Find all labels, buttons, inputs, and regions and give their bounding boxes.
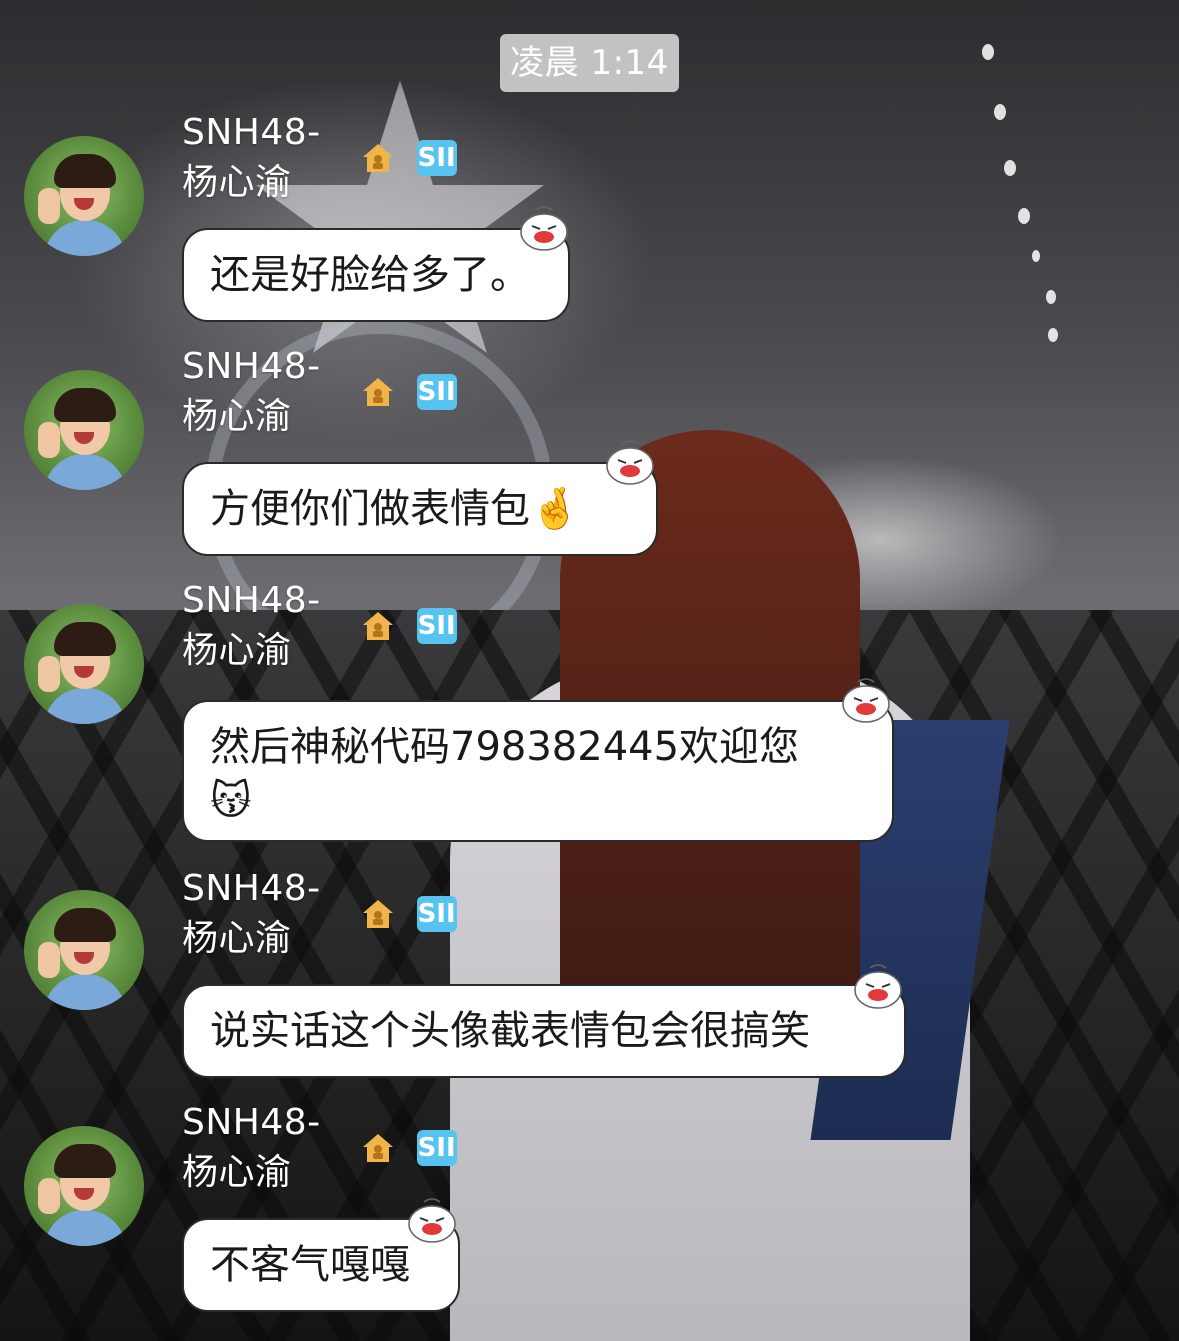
house-icon	[361, 375, 395, 409]
sender-avatar[interactable]	[24, 370, 144, 490]
sender-avatar[interactable]	[24, 890, 144, 1010]
laughing-bun-sticker-icon	[406, 1196, 458, 1244]
laughing-bun-sticker-icon	[518, 204, 570, 252]
sender-avatar[interactable]	[24, 1126, 144, 1246]
sender-name[interactable]: SNH48-杨心渝	[182, 346, 343, 439]
sender-name[interactable]: SNH48-杨心渝	[182, 112, 343, 205]
laughing-bun-sticker-icon	[840, 676, 892, 724]
sender-name[interactable]: SNH48-杨心渝	[182, 1102, 343, 1195]
team-badge: SII	[416, 374, 457, 410]
house-icon	[361, 1131, 395, 1165]
message-bubble[interactable]: 方便你们做表情包🤞	[182, 462, 658, 556]
team-badge: SII	[416, 140, 457, 176]
message-timestamp: 凌晨 1:14	[500, 34, 679, 92]
sender-name-row: SNH48-杨心渝 SII	[182, 346, 457, 437]
message-bubble[interactable]: 还是好脸给多了。	[182, 228, 570, 322]
sender-name[interactable]: SNH48-杨心渝	[182, 580, 343, 673]
sender-name-row: SNH48-杨心渝 SII	[182, 1102, 457, 1193]
message-bubble[interactable]: 然后神秘代码798382445欢迎您 😽	[182, 700, 894, 842]
laughing-bun-sticker-icon	[852, 962, 904, 1010]
sender-avatar[interactable]	[24, 136, 144, 256]
sender-name[interactable]: SNH48-杨心渝	[182, 868, 343, 961]
sender-avatar[interactable]	[24, 604, 144, 724]
house-icon	[361, 141, 395, 175]
sender-name-row: SNH48-杨心渝 SII	[182, 112, 457, 203]
background-photo	[0, 0, 1179, 1341]
house-icon	[361, 609, 395, 643]
team-badge: SII	[416, 1130, 457, 1166]
house-icon	[361, 897, 395, 931]
team-badge: SII	[416, 896, 457, 932]
sender-name-row: SNH48-杨心渝 SII	[182, 580, 457, 671]
message-bubble[interactable]: 说实话这个头像截表情包会很搞笑	[182, 984, 906, 1078]
laughing-bun-sticker-icon	[604, 438, 656, 486]
sender-name-row: SNH48-杨心渝 SII	[182, 868, 457, 959]
team-badge: SII	[416, 608, 457, 644]
